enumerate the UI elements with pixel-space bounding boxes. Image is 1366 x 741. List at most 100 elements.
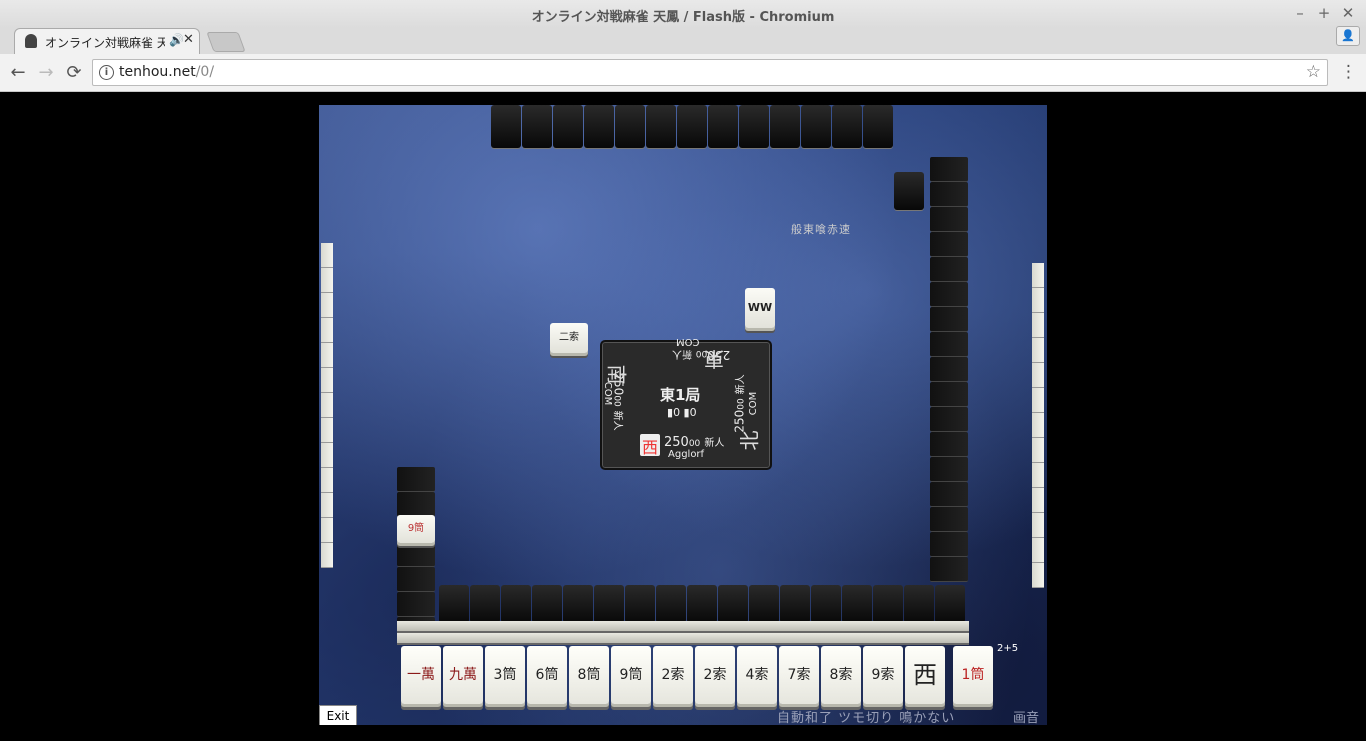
wall-tile-back: [718, 585, 748, 623]
browser-toolbar: ← → ⟳ i tenhou.net/0/ ☆ ⋮: [0, 54, 1366, 92]
opponent-tile-back: [677, 105, 707, 148]
wall-tile-back: [930, 532, 968, 557]
wall-tile-back: [687, 585, 717, 623]
hand-tile[interactable]: 九萬: [443, 646, 483, 704]
hand-tile[interactable]: 西: [905, 646, 945, 704]
wall-tile-back: [397, 492, 435, 517]
self-discard-tile: 9筒: [397, 515, 435, 543]
self-seat-wind: 西: [640, 434, 660, 457]
speaker-icon[interactable]: 🔊: [169, 33, 184, 47]
opponent-tile-back: [739, 105, 769, 148]
reload-icon[interactable]: ⟳: [63, 62, 85, 83]
close-tab-icon[interactable]: ✕: [183, 32, 194, 47]
wall-tile-back: [930, 257, 968, 282]
round-counters: ▮0 ▮0: [667, 406, 697, 419]
opponent-tile-side: [321, 293, 333, 318]
top-discard-tile: WW: [745, 288, 775, 328]
opponent-tile-side: [321, 418, 333, 443]
opponent-tile-side: [1032, 263, 1044, 288]
opponent-tile-back: [801, 105, 831, 148]
address-bar[interactable]: i tenhou.net/0/ ☆: [92, 59, 1328, 86]
right-name: COM: [748, 391, 760, 416]
wall-tile-back: [397, 542, 435, 567]
status-bar[interactable]: 自動和了 ツモ切り 鳴かない: [777, 707, 955, 725]
hand-tile[interactable]: 7索: [779, 646, 819, 704]
opponent-tile-side: [321, 518, 333, 543]
opponent-tile-side: [1032, 338, 1044, 363]
opponent-tile-side: [321, 543, 333, 568]
wall-tile-back: [930, 232, 968, 257]
url-text[interactable]: tenhou.net/0/: [119, 64, 214, 80]
bookmark-star-icon[interactable]: ☆: [1306, 62, 1321, 82]
hand-tile[interactable]: 9索: [863, 646, 903, 704]
tenhou-favicon-icon: [25, 34, 37, 48]
tab-title: オンライン対戦麻雀 天: [45, 36, 165, 50]
wall-tile-back: [930, 157, 968, 182]
hand-tile[interactable]: 3筒: [485, 646, 525, 704]
wall-count: 2+5: [997, 643, 1019, 654]
minimize-button[interactable]: –: [1291, 4, 1309, 22]
maximize-button[interactable]: +: [1315, 4, 1333, 22]
honba-count: 0: [673, 406, 681, 419]
opponent-tile-side: [1032, 513, 1044, 538]
back-arrow-icon[interactable]: ←: [7, 62, 29, 83]
mahjong-game-canvas[interactable]: 般東喰赤速 WW 二索 9筒 東1局 ▮0 ▮0 西 25000 新人 Aggl…: [319, 105, 1047, 725]
close-window-button[interactable]: ✕: [1339, 4, 1357, 22]
opponent-tile-back: [584, 105, 614, 148]
new-tab-button[interactable]: [206, 32, 246, 52]
wall-tile-back: [930, 482, 968, 507]
tab-tenhou[interactable]: オンライン対戦麻雀 天 🔊 ✕: [14, 28, 200, 54]
hand-tile[interactable]: 4索: [737, 646, 777, 704]
top-seat-wind: 東: [704, 347, 724, 371]
wall-tile-back: [397, 467, 435, 492]
wall-row: [397, 633, 969, 645]
browser-menu-icon[interactable]: ⋮: [1340, 62, 1357, 82]
hand-tile[interactable]: 9筒: [611, 646, 651, 704]
wall-tile-back: [811, 585, 841, 623]
drawn-tile[interactable]: 1筒: [953, 646, 993, 704]
opponent-tile-back: [646, 105, 676, 148]
wall-tile-back: [749, 585, 779, 623]
opponent-tile-side: [321, 318, 333, 343]
wall-tile-back: [563, 585, 593, 623]
hand-tile[interactable]: 8索: [821, 646, 861, 704]
opponent-tile-back: [553, 105, 583, 148]
hand-tile[interactable]: 8筒: [569, 646, 609, 704]
wall-tile-back: [930, 432, 968, 457]
forward-arrow-icon[interactable]: →: [35, 62, 57, 83]
opponent-tile-side: [321, 243, 333, 268]
rule-text: 般東喰赤速: [791, 223, 851, 236]
opponent-tile-back: [832, 105, 862, 148]
hand-tile[interactable]: 2索: [653, 646, 693, 704]
wall-tile-back: [930, 507, 968, 532]
wall-tile-back: [439, 585, 469, 623]
opponent-tile-side: [1032, 538, 1044, 563]
wall-tile-back: [930, 182, 968, 207]
wall-tile-back: [470, 585, 500, 623]
sound-toggle[interactable]: 画音: [1013, 707, 1039, 725]
opponent-tile-back: [491, 105, 521, 148]
wall-tile-back: [780, 585, 810, 623]
profile-icon[interactable]: 👤: [1336, 26, 1360, 46]
opponent-tile-side: [321, 343, 333, 368]
wall-tile-back: [930, 282, 968, 307]
left-name: COM: [602, 381, 614, 406]
opponent-tile-side: [1032, 563, 1044, 588]
window-titlebar: オンライン対戦麻雀 天鳳 / Flash版 - Chromium – + ✕: [0, 0, 1366, 28]
opponent-tile-side: [1032, 438, 1044, 463]
wall-tile-back: [930, 407, 968, 432]
left-seat-wind: 南: [604, 364, 629, 385]
wall-tile-back: [656, 585, 686, 623]
exit-button[interactable]: Exit: [319, 705, 357, 725]
wall-tile-back: [397, 567, 435, 592]
round-label: 東1局: [660, 386, 701, 404]
hand-tile[interactable]: 6筒: [527, 646, 567, 704]
opponent-tile-side: [321, 443, 333, 468]
opponent-tile-side: [1032, 488, 1044, 513]
hand-tile[interactable]: 一萬: [401, 646, 441, 704]
hand-tile[interactable]: 2索: [695, 646, 735, 704]
right-score: 25000 新人: [732, 374, 747, 433]
opponent-tile-back: [615, 105, 645, 148]
wall-tile-back: [930, 457, 968, 482]
info-icon[interactable]: i: [99, 65, 114, 80]
